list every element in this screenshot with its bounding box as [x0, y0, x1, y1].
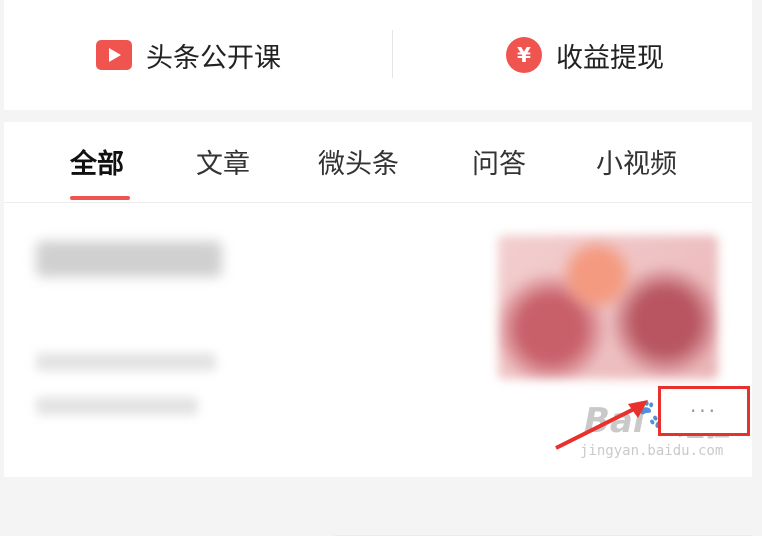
earnings-label: 收益提现 [556, 42, 664, 74]
tab-all[interactable]: 全部 [70, 142, 124, 181]
blurred-title [36, 241, 222, 277]
blurred-meta [36, 397, 198, 415]
more-options-button[interactable]: ··· [658, 386, 750, 436]
divider [392, 30, 393, 78]
active-tab-indicator [70, 196, 130, 200]
tab-micro-posts[interactable]: 微头条 [318, 142, 399, 181]
tab-articles[interactable]: 文章 [196, 142, 250, 181]
blurred-thumbnail [498, 235, 718, 379]
tab-short-videos[interactable]: 小视频 [596, 142, 677, 181]
blurred-meta [36, 353, 216, 371]
earnings-withdraw-entry[interactable]: ¥ 收益提现 [506, 0, 664, 110]
yen-icon: ¥ [506, 37, 542, 73]
top-shortcuts-bar: 头条公开课 ¥ 收益提现 [4, 0, 752, 110]
tab-qa[interactable]: 问答 [472, 142, 526, 181]
annotation-arrow [555, 400, 648, 450]
content-tabs: 全部 文章 微头条 问答 小视频 [4, 122, 752, 203]
play-icon [96, 40, 132, 70]
course-label: 头条公开课 [146, 42, 281, 74]
course-entry[interactable]: 头条公开课 [96, 0, 281, 110]
